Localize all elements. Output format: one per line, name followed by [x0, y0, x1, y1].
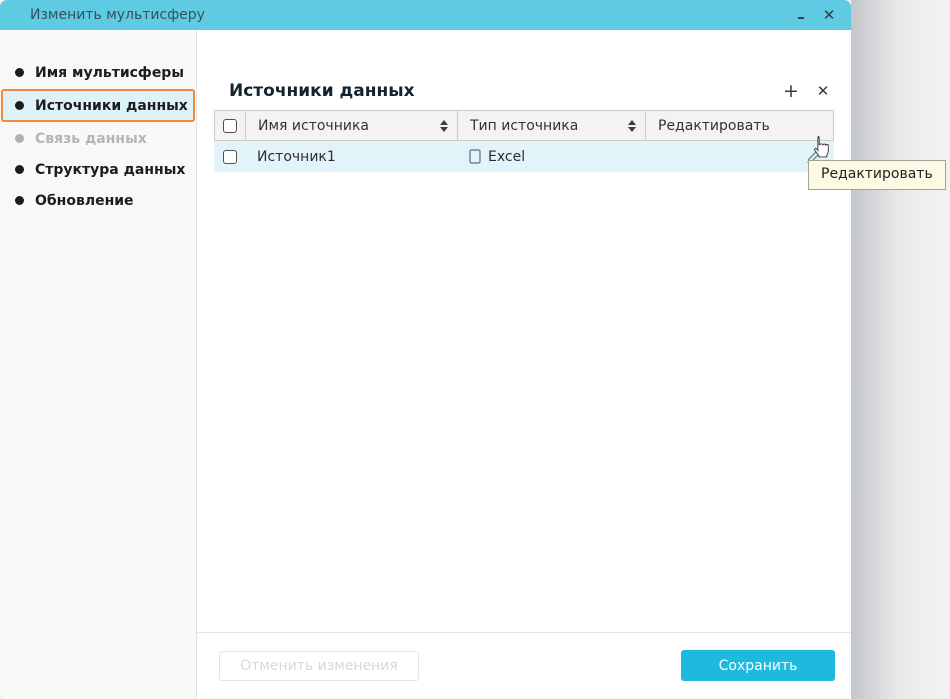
titlebar[interactable]: Изменить мультисферу – ✕	[0, 0, 851, 30]
column-header-edit: Редактировать	[646, 111, 835, 140]
sort-icon	[628, 120, 636, 132]
window-title: Изменить мультисферу	[30, 7, 205, 23]
bullet-icon	[15, 68, 24, 77]
bullet-icon	[15, 196, 24, 205]
bullet-icon	[15, 165, 24, 174]
column-header-source-type[interactable]: Тип источника	[458, 111, 646, 140]
dialog-body: Имя мультисферы Источники данных Связь д…	[0, 30, 851, 699]
sidebar: Имя мультисферы Источники данных Связь д…	[0, 30, 197, 699]
column-header-source-name[interactable]: Имя источника	[246, 111, 458, 140]
sidebar-item-label: Связь данных	[35, 131, 147, 147]
main-panel: Источники данных + ✕ Имя источника	[197, 30, 851, 699]
remove-source-button[interactable]: ✕	[813, 81, 833, 101]
footer-divider	[197, 632, 851, 633]
edit-cell	[645, 148, 834, 165]
table-header: Имя источника Тип источника Редактироват…	[214, 110, 834, 141]
sidebar-item-data-link: Связь данных	[0, 123, 196, 154]
sidebar-item-data-structure[interactable]: Структура данных	[0, 154, 196, 185]
source-type-label: Excel	[488, 149, 525, 165]
window-close-button[interactable]: ✕	[819, 4, 839, 26]
cancel-changes-button: Отменить изменения	[219, 651, 419, 681]
add-source-button[interactable]: +	[781, 81, 801, 101]
sidebar-item-label: Источники данных	[35, 98, 188, 114]
screen: Изменить мультисферу – ✕ Имя мультисферы…	[0, 0, 950, 699]
document-icon	[469, 149, 481, 164]
background-shadow	[851, 0, 936, 699]
select-all-cell	[215, 111, 246, 140]
bullet-icon	[15, 101, 24, 110]
window-controls: – ✕	[791, 4, 839, 26]
sidebar-item-label: Имя мультисферы	[35, 65, 184, 81]
sidebar-item-label: Структура данных	[35, 162, 185, 178]
window-minimize-button[interactable]: –	[791, 6, 811, 28]
source-name-cell: Источник1	[245, 149, 457, 165]
row-checkbox-cell	[214, 150, 245, 164]
table-row[interactable]: Источник1 Excel	[214, 141, 834, 172]
sidebar-item-refresh[interactable]: Обновление	[0, 185, 196, 216]
sort-icon	[440, 120, 448, 132]
row-checkbox[interactable]	[223, 150, 237, 164]
sidebar-item-data-sources[interactable]: Источники данных	[1, 89, 195, 122]
table-actions: + ✕	[781, 81, 833, 101]
data-sources-table: Имя источника Тип источника Редактироват…	[214, 110, 834, 172]
page-title: Источники данных	[229, 81, 415, 101]
edit-tooltip: Редактировать	[808, 160, 946, 190]
save-button[interactable]: Сохранить	[681, 650, 835, 681]
sidebar-item-multisphere-name[interactable]: Имя мультисферы	[0, 57, 196, 88]
sidebar-item-label: Обновление	[35, 193, 134, 209]
select-all-checkbox[interactable]	[223, 119, 237, 133]
edit-multisphere-dialog: Изменить мультисферу – ✕ Имя мультисферы…	[0, 0, 851, 699]
bullet-icon	[15, 134, 24, 143]
source-type-cell: Excel	[457, 149, 645, 165]
